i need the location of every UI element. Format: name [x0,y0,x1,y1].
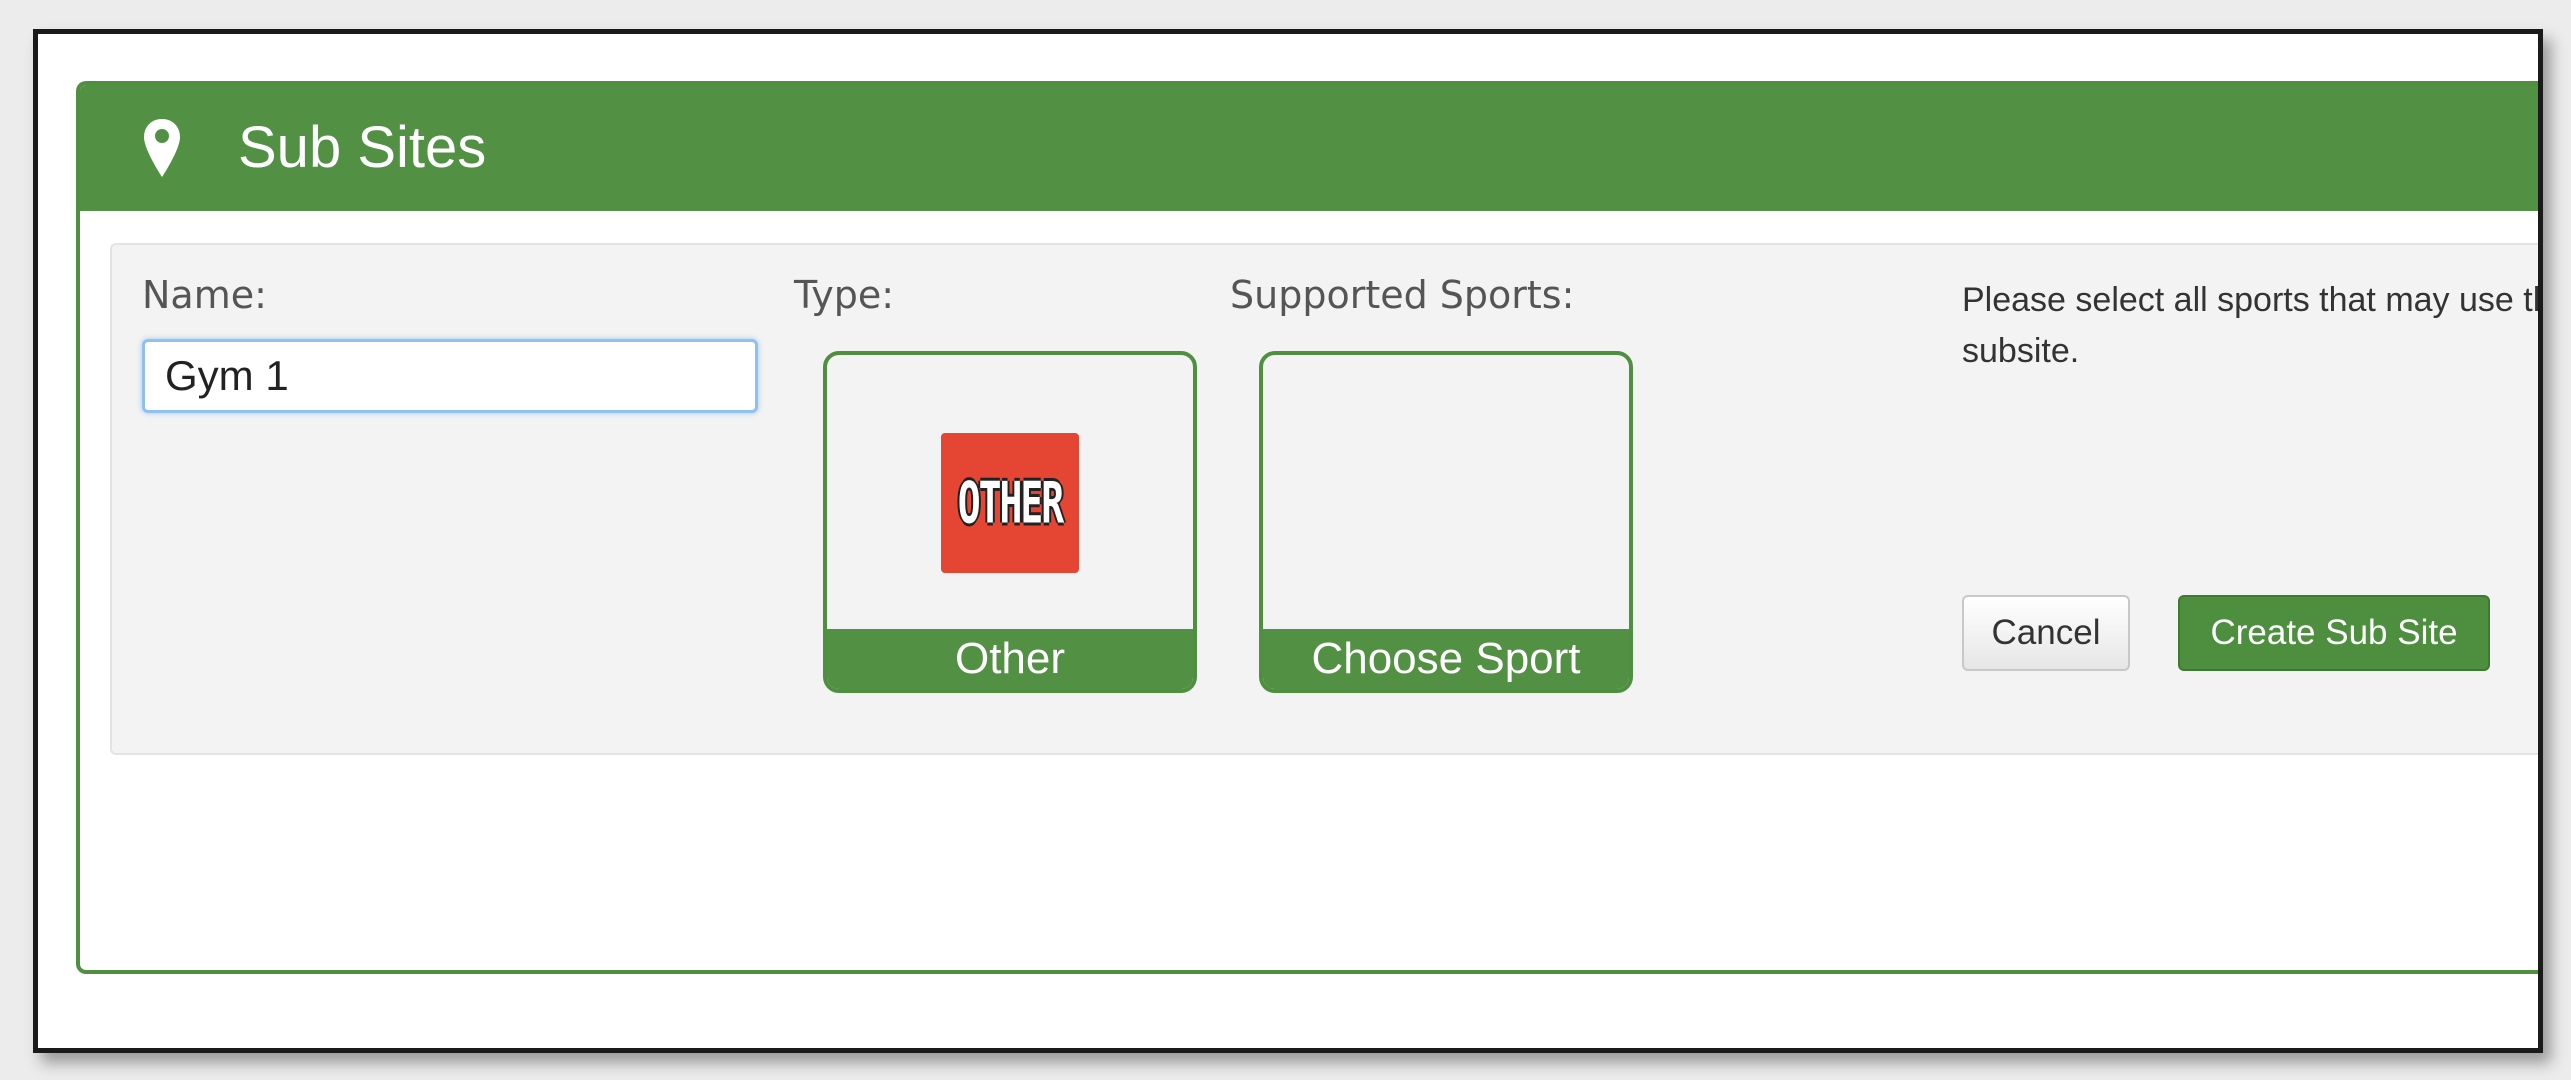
type-tile-caption: Other [827,629,1193,689]
name-label: Name: [142,273,267,317]
sub-sites-panel: Sub Sites Name: Type: OTHER Other Suppor… [76,81,2543,974]
name-input[interactable] [142,339,758,413]
map-pin-icon [144,119,180,177]
other-sport-logo: OTHER [941,433,1079,573]
type-label: Type: [794,273,895,317]
window-frame: Sub Sites Name: Type: OTHER Other Suppor… [33,29,2543,1053]
supported-sports-label: Supported Sports: [1230,273,1575,317]
help-text: Please select all sports that may use th… [1962,281,2543,370]
cancel-button[interactable]: Cancel [1962,595,2130,671]
type-tile-other[interactable]: OTHER Other [823,351,1197,693]
create-sub-site-button[interactable]: Create Sub Site [2178,595,2490,671]
choose-sport-tile[interactable]: Choose Sport [1259,351,1633,693]
choose-sport-caption: Choose Sport [1263,629,1629,689]
panel-title: Sub Sites [238,115,487,180]
panel-header: Sub Sites [80,85,2538,211]
sub-site-form: Name: Type: OTHER Other Supported Sports… [110,243,2543,755]
